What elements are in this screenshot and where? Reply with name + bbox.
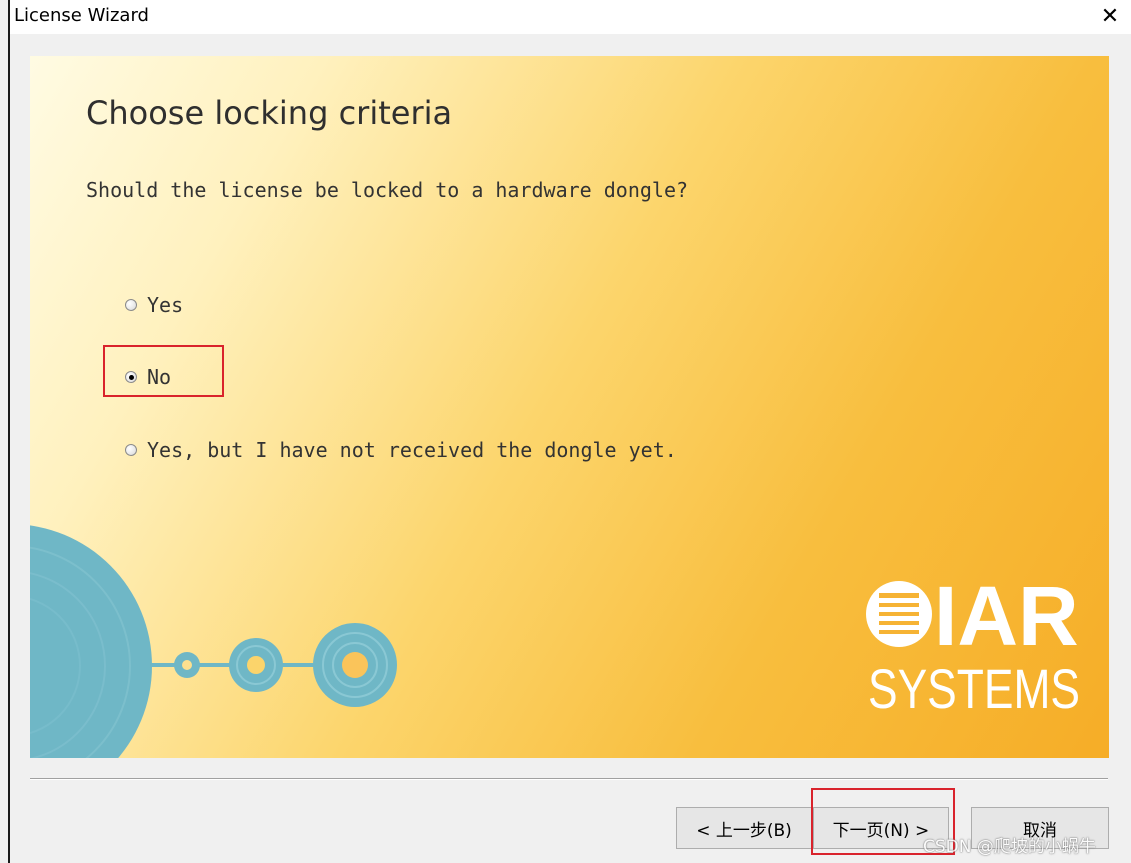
iar-logo-text: IAR: [934, 569, 1079, 663]
decorative-art: IAR SYSTEMS: [30, 525, 1080, 758]
small-disc-graphic: [174, 652, 200, 678]
iar-logo-mark-icon: [866, 581, 932, 647]
license-wizard-window: License Wizard ✕ Choose locking criteria…: [0, 0, 1131, 863]
window-title: License Wizard: [14, 5, 149, 26]
medium-disc-graphic: [229, 638, 283, 692]
title-bar: License Wizard ✕: [10, 0, 1131, 34]
big-disc-graphic: [313, 623, 397, 707]
wizard-banner: Choose locking criteria Should the licen…: [30, 56, 1109, 758]
iar-logo: IAR SYSTEMS: [866, 569, 1080, 720]
window-border: [8, 0, 10, 863]
watermark-text: CSDN @爬坡的小蜗牛: [923, 837, 1096, 857]
back-button[interactable]: < 上一步(B): [676, 807, 812, 849]
separator-line: [30, 778, 1108, 780]
systems-logo-text: SYSTEMS: [868, 657, 1080, 720]
large-disc-graphic: [30, 525, 152, 758]
close-icon[interactable]: ✕: [1093, 2, 1127, 32]
